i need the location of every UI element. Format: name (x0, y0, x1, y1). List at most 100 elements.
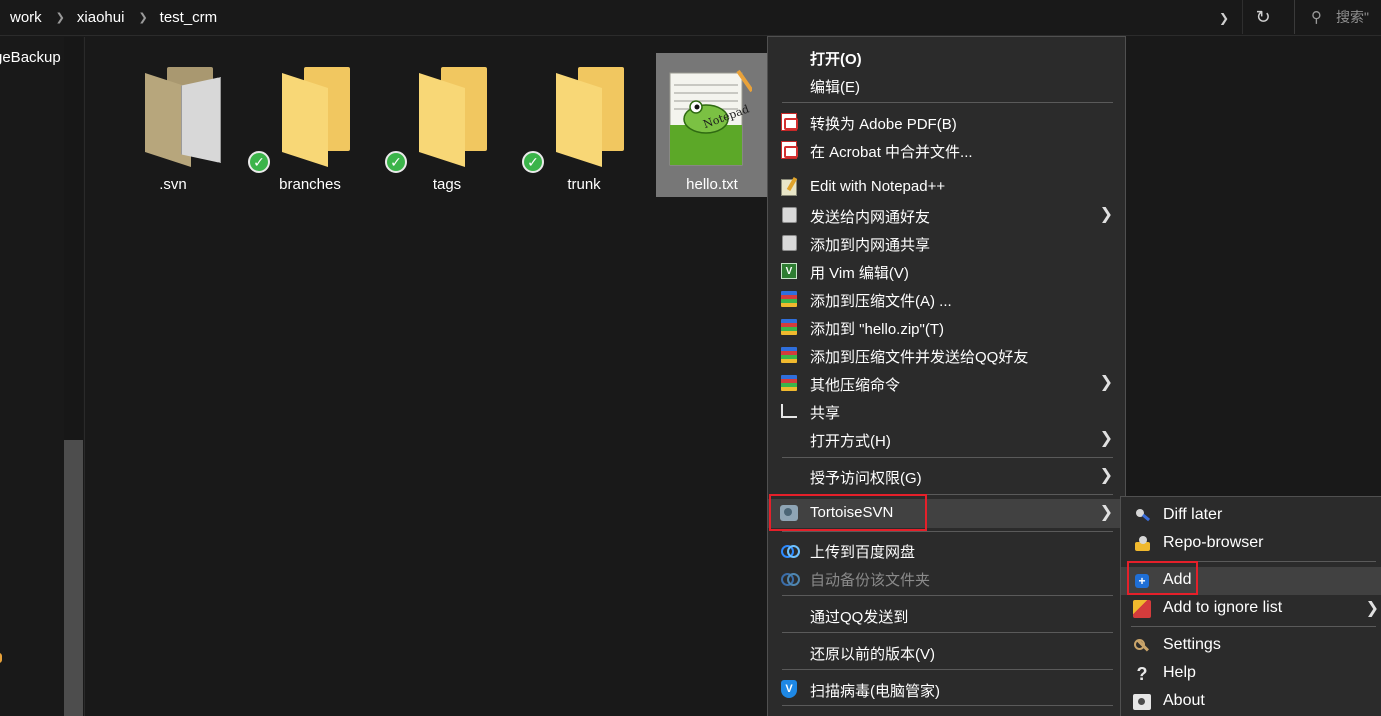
file-item-svn[interactable]: .svn (117, 53, 229, 197)
file-name: .svn (159, 176, 187, 193)
search-input[interactable]: ⚲ 搜索" (1294, 0, 1381, 34)
contact-icon (780, 234, 798, 252)
share-icon (780, 402, 798, 420)
ignore-icon (1133, 600, 1151, 618)
file-item-trunk[interactable]: ✓ trunk (522, 53, 640, 197)
highlight-box-tortoisesvn (769, 494, 927, 531)
breadcrumb: work ❯ xiaohui ❯ test_crm (10, 0, 217, 34)
tortoisesvn-submenu: Diff later Repo-browser + Add Add to igno… (1120, 496, 1381, 716)
winrar-icon (780, 318, 798, 336)
nav-item-backup[interactable]: geBackup (0, 49, 61, 66)
menu-item-convert-pdf[interactable]: 转换为 Adobe PDF(B) (768, 108, 1125, 136)
svn-ok-badge-icon: ✓ (385, 151, 407, 173)
menu-separator (782, 669, 1113, 670)
breadcrumb-work[interactable]: work (10, 9, 42, 26)
menu-item-grant-access[interactable]: 授予访问权限(G) ❯ (768, 462, 1125, 490)
menu-item-send-to-contact[interactable]: 发送给内网通好友 ❯ (768, 201, 1125, 229)
folder-icon (145, 67, 221, 167)
file-name: trunk (567, 176, 601, 193)
highlight-box-add (1127, 561, 1198, 595)
context-menu: 打开(O) 编辑(E) 转换为 Adobe PDF(B) 在 Acrobat 中… (767, 36, 1126, 716)
menu-item-archive-send-qq[interactable]: 添加到压缩文件并发送给QQ好友 (768, 341, 1125, 369)
vim-icon: V (780, 262, 798, 280)
baidu-cloud-icon (780, 541, 800, 559)
nav-scrollbar-thumb[interactable] (64, 440, 83, 716)
address-bar: work ❯ xiaohui ❯ test_crm ❯ ↻ ⚲ 搜索" (0, 0, 1381, 36)
refresh-icon: ↻ (1255, 6, 1271, 27)
pdf-icon (780, 113, 798, 131)
menu-item-acrobat-merge[interactable]: 在 Acrobat 中合并文件... (768, 136, 1125, 164)
svn-ok-badge-icon: ✓ (248, 151, 270, 173)
menu-item-send-via-qq[interactable]: 通过QQ发送到 (768, 601, 1125, 629)
nav-item-icon (0, 653, 2, 663)
file-item-branches[interactable]: ✓ branches (248, 53, 366, 197)
file-item-tags[interactable]: ✓ tags (385, 53, 503, 197)
menu-item-virus-scan[interactable]: V 扫描病毒(电脑管家) (768, 675, 1125, 703)
contact-icon (780, 206, 798, 224)
shield-icon: V (780, 680, 798, 698)
file-name: tags (432, 176, 462, 193)
chevron-right-icon: ❯ (1099, 504, 1113, 521)
settings-icon (1133, 637, 1151, 655)
about-icon (1133, 693, 1151, 711)
chevron-right-icon: ❯ (1099, 206, 1113, 223)
menu-separator (782, 595, 1113, 596)
repo-browser-icon (1133, 535, 1151, 553)
refresh-button[interactable]: ↻ (1250, 5, 1276, 29)
submenu-item-settings[interactable]: Settings (1121, 632, 1381, 660)
menu-separator (782, 531, 1113, 532)
menu-item-share[interactable]: 共享 (768, 397, 1125, 425)
menu-item-add-archive[interactable]: 添加到压缩文件(A) ... (768, 285, 1125, 313)
menu-item-auto-backup: 自动备份该文件夹 (768, 564, 1125, 592)
svn-ok-badge-icon: ✓ (522, 151, 544, 173)
breadcrumb-xiaohui[interactable]: xiaohui (77, 9, 125, 26)
notepad-file-icon: Notepad (669, 69, 752, 166)
chevron-down-icon[interactable]: ❯ (1212, 7, 1236, 29)
search-placeholder: 搜索" (1336, 9, 1369, 25)
menu-separator (782, 632, 1113, 633)
file-item-hello-txt[interactable]: Notepad hello.txt (656, 53, 768, 197)
winrar-icon (780, 374, 798, 392)
menu-separator (1131, 626, 1376, 627)
menu-item-edit-vim[interactable]: V用 Vim 编辑(V) (768, 257, 1125, 285)
menu-item-other-compress[interactable]: 其他压缩命令 ❯ (768, 369, 1125, 397)
chevron-right-icon: ❯ (1099, 467, 1113, 484)
file-name: hello.txt (686, 176, 738, 193)
menu-separator (782, 457, 1113, 458)
menu-item-baidu-upload[interactable]: 上传到百度网盘 (768, 536, 1125, 564)
menu-separator (782, 102, 1113, 103)
menu-item-notepadpp[interactable]: Edit with Notepad++ (768, 173, 1125, 201)
submenu-item-help[interactable]: ? Help (1121, 660, 1381, 688)
chevron-right-icon: ❯ (1099, 374, 1113, 391)
chevron-right-icon[interactable]: ❯ (56, 11, 65, 24)
chevron-right-icon[interactable]: ❯ (138, 11, 147, 24)
submenu-item-about[interactable]: About (1121, 688, 1381, 716)
nav-scrollbar[interactable] (64, 37, 83, 716)
notepad-icon (780, 178, 798, 196)
folder-icon (419, 67, 487, 167)
menu-item-add-hello-zip[interactable]: 添加到 "hello.zip"(T) (768, 313, 1125, 341)
submenu-item-diff-later[interactable]: Diff later (1121, 502, 1381, 530)
menu-item-open[interactable]: 打开(O) (768, 43, 1125, 71)
winrar-icon (780, 346, 798, 364)
winrar-icon (780, 290, 798, 308)
search-icon: ⚲ (1311, 9, 1322, 26)
chevron-right-icon: ❯ (1365, 600, 1379, 617)
diff-icon (1133, 507, 1151, 525)
pdf-icon (780, 141, 798, 159)
baidu-cloud-icon (780, 569, 800, 587)
menu-item-add-to-share[interactable]: 添加到内网通共享 (768, 229, 1125, 257)
submenu-item-repo-browser[interactable]: Repo-browser (1121, 530, 1381, 558)
folder-icon (282, 67, 350, 167)
breadcrumb-test-crm[interactable]: test_crm (160, 9, 218, 26)
navigation-pane: geBackup (0, 37, 85, 716)
divider (1242, 0, 1243, 34)
menu-item-edit[interactable]: 编辑(E) (768, 71, 1125, 99)
folder-icon (556, 67, 624, 167)
file-name: branches (279, 176, 341, 193)
help-icon: ? (1136, 663, 1148, 684)
chevron-right-icon: ❯ (1099, 430, 1113, 447)
submenu-item-add-ignore[interactable]: Add to ignore list ❯ (1121, 595, 1381, 623)
menu-item-open-with[interactable]: 打开方式(H) ❯ (768, 425, 1125, 453)
menu-item-restore-versions[interactable]: 还原以前的版本(V) (768, 638, 1125, 666)
